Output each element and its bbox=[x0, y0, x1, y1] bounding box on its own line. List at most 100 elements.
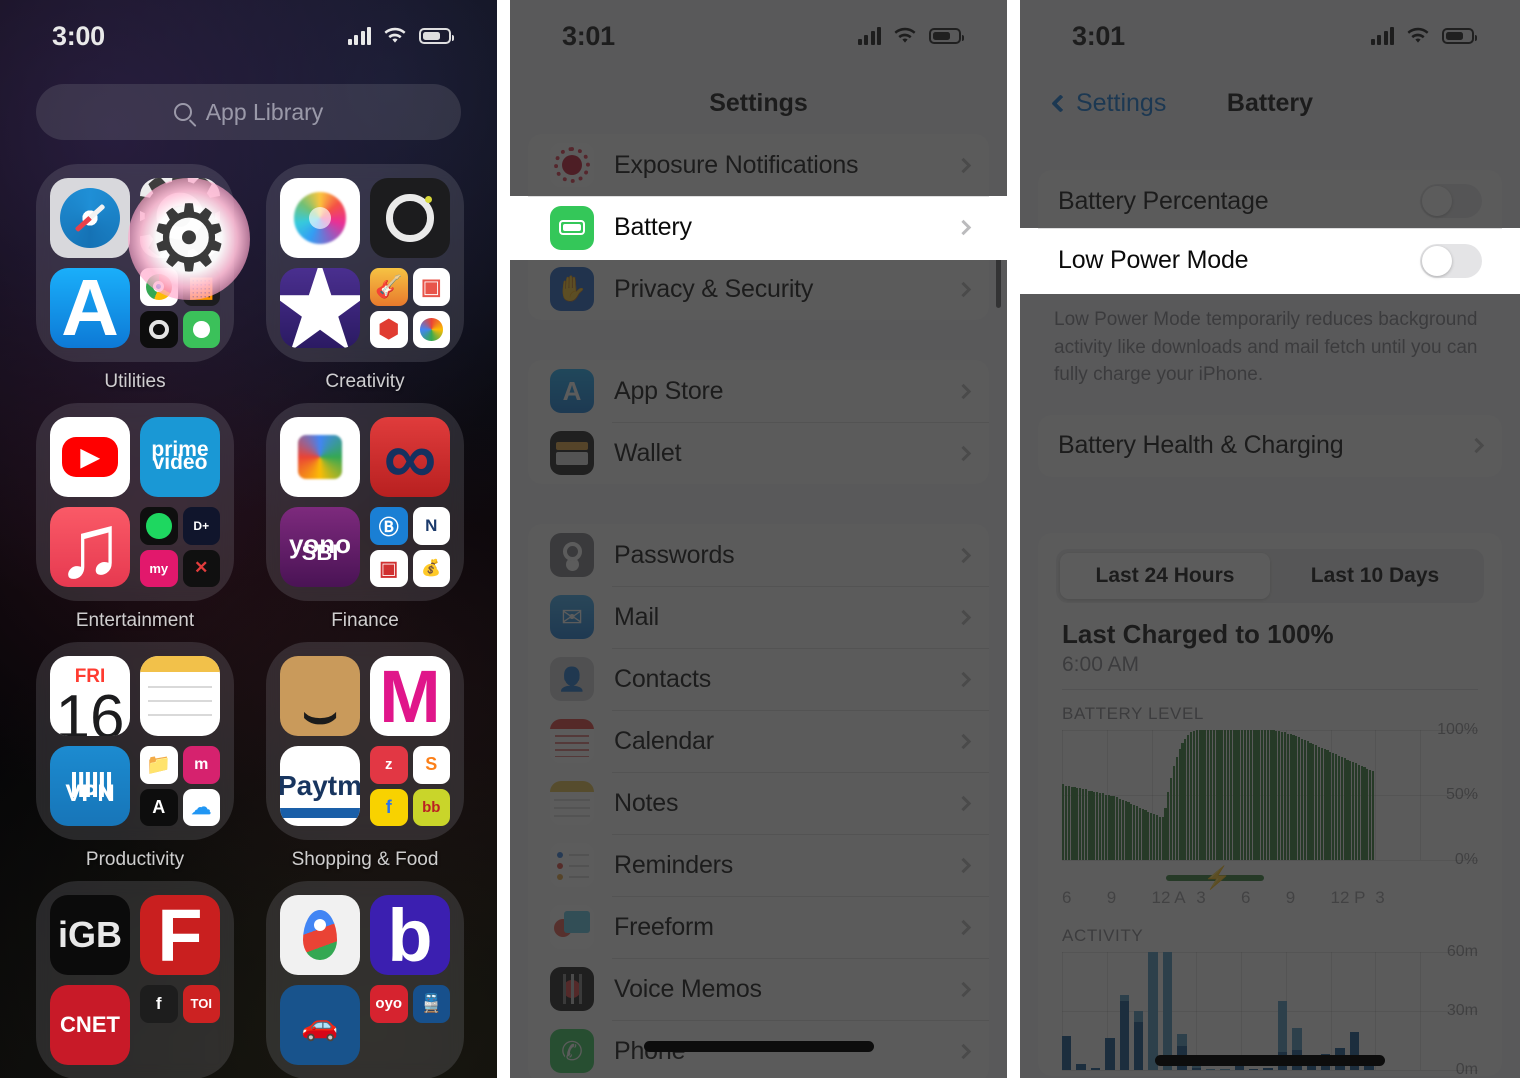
cnet-icon[interactable] bbox=[50, 985, 130, 1065]
folder-finance[interactable]: Finance bbox=[266, 403, 464, 632]
jiotv-icon[interactable] bbox=[140, 549, 178, 587]
igb-icon[interactable] bbox=[50, 895, 130, 975]
youtube-icon[interactable] bbox=[50, 417, 130, 497]
zomato-icon[interactable] bbox=[370, 746, 408, 784]
settings-row-freeform[interactable]: Freeform bbox=[528, 896, 989, 958]
image-playground-icon[interactable] bbox=[412, 268, 450, 306]
folder-entertainment[interactable]: Entertainment bbox=[36, 403, 234, 632]
uber-icon[interactable] bbox=[280, 985, 360, 1065]
activity-ytick-60m: 60m bbox=[1446, 942, 1478, 960]
adobe-icon[interactable] bbox=[140, 788, 178, 826]
toi-icon[interactable] bbox=[182, 985, 220, 1023]
settings-row-exposure-notifications[interactable]: Exposure Notifications bbox=[528, 134, 989, 196]
highlighted-low-power-mode-row[interactable]: Low Power Mode bbox=[1020, 228, 1520, 294]
gear-icon: ⚙ bbox=[147, 188, 231, 290]
feedly-icon[interactable] bbox=[140, 985, 178, 1023]
time-range-segmented-control[interactable]: Last 24 Hours Last 10 Days bbox=[1056, 548, 1484, 603]
hotstar-icon[interactable] bbox=[182, 507, 220, 545]
battery-percentage-toggle[interactable] bbox=[1420, 184, 1482, 218]
battery-level-bar bbox=[1107, 794, 1110, 860]
folder-icon-grid[interactable] bbox=[266, 642, 464, 840]
calendar-icon[interactable]: FRI 16 bbox=[50, 656, 130, 736]
folder-shopping-food[interactable]: Shopping & Food bbox=[266, 642, 464, 871]
battery-level-bar bbox=[1067, 785, 1070, 860]
chevron-right-icon bbox=[955, 919, 972, 935]
irctc-icon[interactable] bbox=[412, 985, 450, 1023]
folder-icon-grid[interactable] bbox=[266, 164, 464, 362]
camera-icon[interactable] bbox=[370, 178, 450, 258]
safari-icon[interactable] bbox=[50, 178, 130, 258]
settings-scroll[interactable]: Exposure Notifications Battery Privacy &… bbox=[510, 134, 1007, 1078]
row-battery-percentage[interactable]: Battery Percentage bbox=[1038, 170, 1502, 232]
kotak-icon[interactable] bbox=[370, 417, 450, 497]
amazon-icon[interactable] bbox=[280, 656, 360, 736]
chevron-right-icon bbox=[955, 671, 972, 687]
folder-icon-grid[interactable]: FRI 16 bbox=[36, 642, 234, 840]
highlighted-battery-row[interactable]: Battery bbox=[510, 196, 1007, 260]
settings-row-wallet[interactable]: Wallet bbox=[528, 422, 989, 484]
files-icon[interactable] bbox=[140, 746, 178, 784]
settings-row-privacy-security[interactable]: Privacy & Security bbox=[528, 258, 989, 320]
low-power-mode-toggle[interactable] bbox=[1420, 243, 1482, 278]
segment-last-10-days[interactable]: Last 10 Days bbox=[1270, 553, 1480, 599]
bigbasket-icon[interactable] bbox=[412, 788, 450, 826]
sonyliv-icon[interactable] bbox=[182, 549, 220, 587]
photos-icon[interactable] bbox=[280, 178, 360, 258]
folder-travel[interactable] bbox=[266, 881, 464, 1078]
arc-icon[interactable] bbox=[140, 310, 178, 348]
myntra-icon[interactable] bbox=[370, 656, 450, 736]
chevron-right-icon bbox=[955, 219, 972, 236]
settings-row-passwords[interactable]: Passwords bbox=[528, 524, 989, 586]
settings-row-reminders[interactable]: Reminders bbox=[528, 834, 989, 896]
paytm-icon[interactable] bbox=[280, 746, 360, 826]
folder-productivity[interactable]: FRI 16 Productivity bbox=[36, 642, 234, 871]
hdfc-icon[interactable] bbox=[412, 549, 450, 587]
garageband-icon[interactable] bbox=[370, 268, 408, 306]
folder-icon-grid[interactable] bbox=[36, 403, 234, 601]
settings-row-calendar[interactable]: Calendar bbox=[528, 710, 989, 772]
folder-icon-grid[interactable] bbox=[36, 881, 234, 1078]
vpn-icon[interactable] bbox=[50, 746, 130, 826]
settings-row-voice-memos[interactable]: Voice Memos bbox=[528, 958, 989, 1020]
groww-icon[interactable] bbox=[370, 549, 408, 587]
browser-icon[interactable] bbox=[370, 895, 450, 975]
google-photos-icon[interactable] bbox=[412, 310, 450, 348]
app-store-icon[interactable] bbox=[50, 268, 130, 348]
nsdl-icon[interactable] bbox=[412, 507, 450, 545]
folder-icon-grid[interactable] bbox=[266, 403, 464, 601]
flipkart-icon[interactable] bbox=[370, 788, 408, 826]
notes-icon[interactable] bbox=[140, 656, 220, 736]
find-my-icon[interactable] bbox=[182, 310, 220, 348]
bhim-icon[interactable] bbox=[370, 507, 408, 545]
app-library-search[interactable]: App Library bbox=[36, 84, 461, 140]
apple-music-icon[interactable] bbox=[50, 507, 130, 587]
status-indicators bbox=[347, 27, 454, 45]
yono-sbi-icon[interactable] bbox=[280, 507, 360, 587]
battery-level-bar bbox=[1238, 729, 1241, 860]
segment-last-24-hours[interactable]: Last 24 Hours bbox=[1060, 552, 1270, 599]
mini-icon-cluster bbox=[370, 746, 450, 826]
prime-video-icon[interactable] bbox=[140, 417, 220, 497]
folder-news[interactable] bbox=[36, 881, 234, 1078]
meesho-icon[interactable] bbox=[182, 746, 220, 784]
chevron-right-icon bbox=[955, 795, 972, 811]
row-battery-health-charging[interactable]: Battery Health & Charging bbox=[1038, 415, 1502, 477]
settings-row-contacts[interactable]: Contacts bbox=[528, 648, 989, 710]
back-button[interactable]: Settings bbox=[1051, 89, 1166, 118]
icloud-drive-icon[interactable] bbox=[182, 788, 220, 826]
chevron-right-icon bbox=[955, 609, 972, 625]
google-maps-icon[interactable] bbox=[280, 895, 360, 975]
settings-row-notes[interactable]: Notes bbox=[528, 772, 989, 834]
folder-creativity[interactable]: Creativity bbox=[266, 164, 464, 393]
splice-icon[interactable] bbox=[370, 310, 408, 348]
imovie-icon[interactable] bbox=[280, 268, 360, 348]
google-pay-icon[interactable] bbox=[280, 417, 360, 497]
oyo-icon[interactable] bbox=[370, 985, 408, 1023]
settings-row-app-store[interactable]: App Store bbox=[528, 360, 989, 422]
settings-row-mail[interactable]: Mail bbox=[528, 586, 989, 648]
swiggy-icon[interactable] bbox=[412, 746, 450, 784]
folder-icon-grid[interactable] bbox=[266, 881, 464, 1078]
spotify-icon[interactable] bbox=[140, 507, 178, 545]
tap-highlight-settings[interactable]: ⚙ bbox=[128, 178, 250, 300]
flipboard-icon[interactable] bbox=[140, 895, 220, 975]
